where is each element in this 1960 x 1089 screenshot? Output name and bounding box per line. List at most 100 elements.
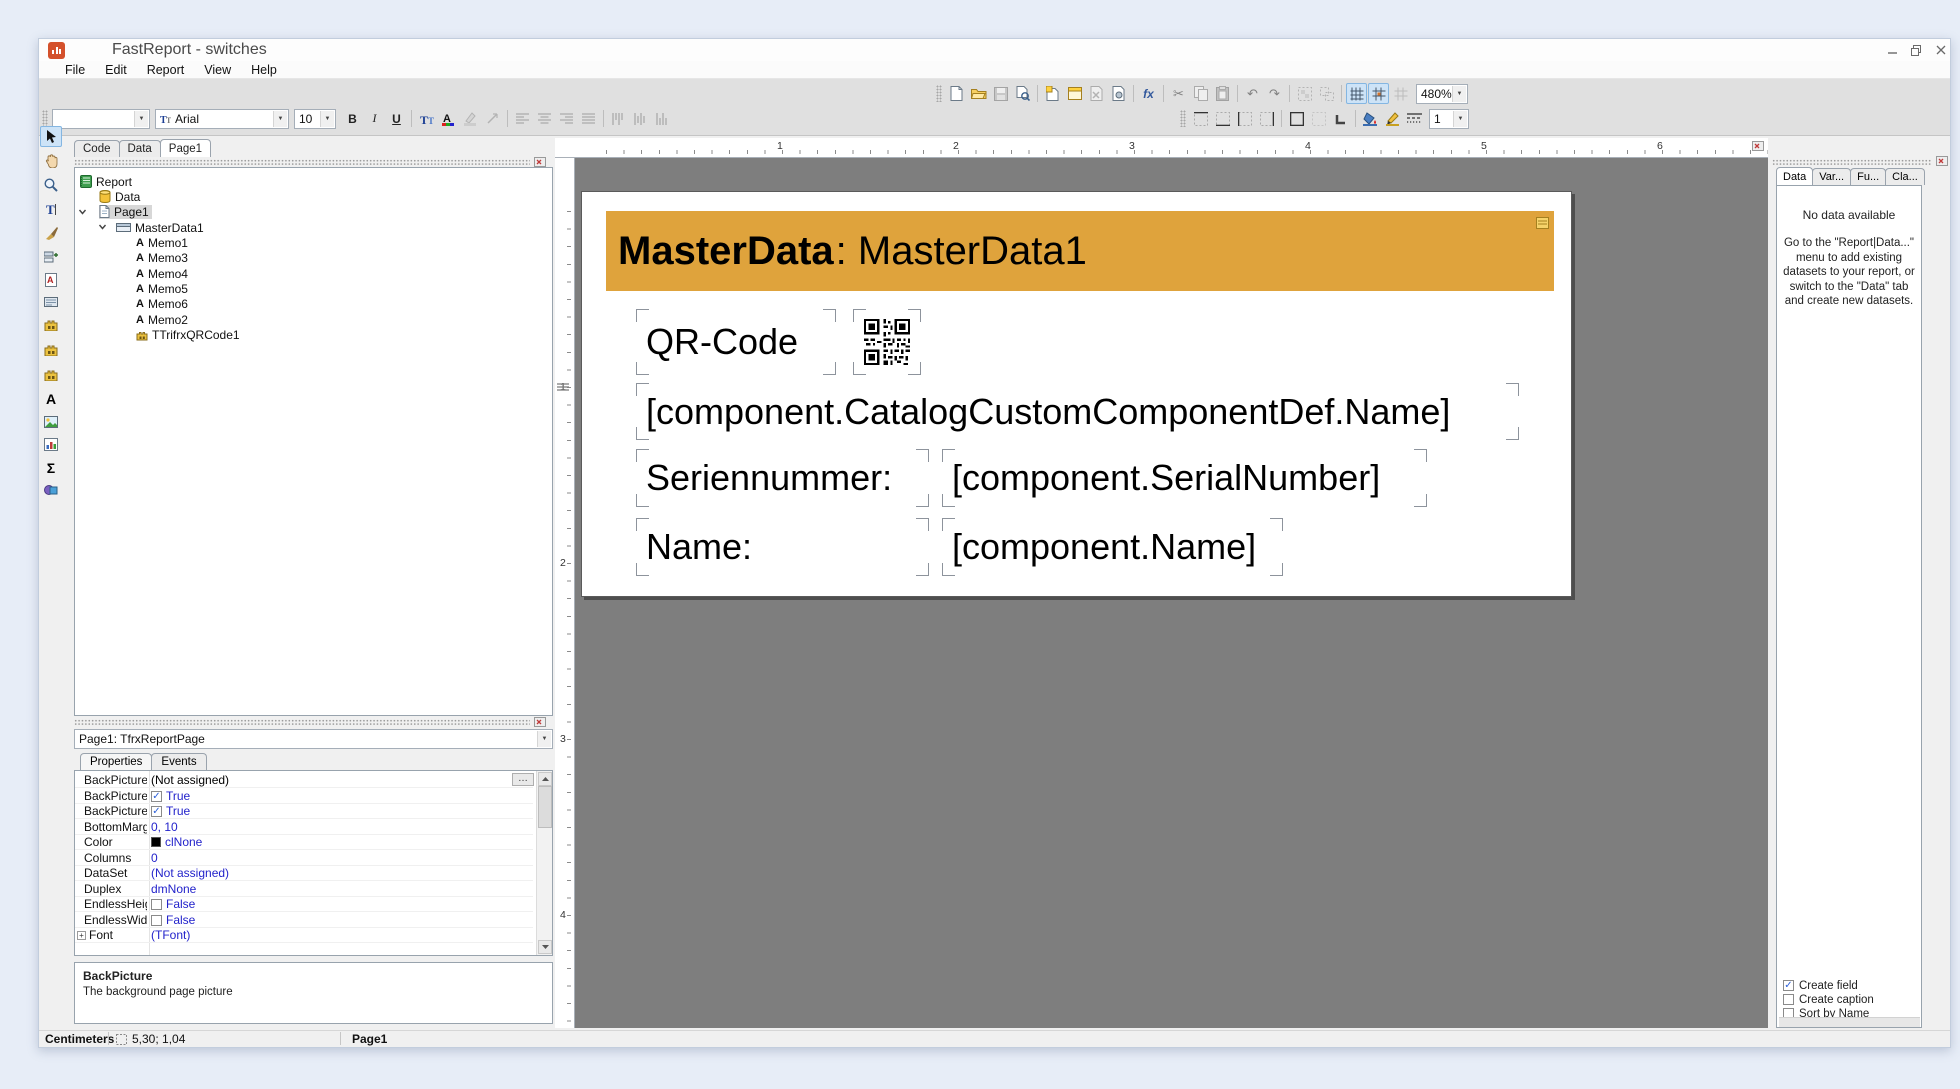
property-row[interactable]: ColorclNone bbox=[75, 835, 533, 850]
format-painter-tool[interactable] bbox=[40, 222, 62, 243]
align-center-icon[interactable] bbox=[534, 108, 555, 129]
align-top-icon[interactable] bbox=[608, 108, 629, 129]
band-position-marker[interactable] bbox=[557, 383, 569, 391]
tree-splitter[interactable] bbox=[74, 159, 530, 165]
band-object-tool-3[interactable] bbox=[40, 364, 62, 385]
memo-qr-label[interactable]: QR-Code bbox=[636, 309, 836, 375]
tab-properties[interactable]: Properties bbox=[80, 753, 152, 770]
memo-serialnumber-field[interactable]: [component.SerialNumber] bbox=[942, 449, 1427, 507]
tree-item-report[interactable]: Report bbox=[79, 174, 132, 189]
tab-data-tree[interactable]: Data bbox=[1776, 167, 1813, 185]
menu-help[interactable]: Help bbox=[241, 63, 287, 77]
cut-icon[interactable]: ✂ bbox=[1168, 83, 1189, 104]
redo-icon[interactable]: ↷ bbox=[1264, 83, 1285, 104]
menu-file[interactable]: File bbox=[55, 63, 95, 77]
checkbox-checked-icon[interactable]: ✓ bbox=[151, 806, 162, 817]
rich-text-tool[interactable]: A bbox=[40, 269, 62, 290]
preview-icon[interactable] bbox=[1012, 83, 1033, 104]
bold-button[interactable]: B bbox=[342, 108, 363, 129]
new-report-icon[interactable] bbox=[946, 83, 967, 104]
close-panel-icon[interactable] bbox=[1752, 141, 1764, 151]
expand-icon[interactable]: + bbox=[77, 931, 86, 940]
scroll-down-icon[interactable] bbox=[538, 940, 552, 954]
rotate-text-icon[interactable] bbox=[482, 108, 503, 129]
property-row[interactable]: BackPicture(Not assigned) bbox=[75, 773, 533, 788]
close-panel-icon[interactable] bbox=[534, 717, 546, 727]
show-grid-icon[interactable] bbox=[1346, 83, 1367, 104]
picture-object-tool[interactable] bbox=[40, 411, 62, 432]
object-name-combo[interactable]: ▼ bbox=[52, 109, 150, 129]
toolbar-grip[interactable] bbox=[936, 85, 942, 102]
dropdown-arrow-icon[interactable]: ▼ bbox=[1453, 111, 1467, 127]
line-color-icon[interactable] bbox=[1382, 108, 1403, 129]
close-panel-icon[interactable] bbox=[534, 157, 546, 167]
dropdown-arrow-icon[interactable]: ▼ bbox=[320, 111, 334, 127]
vertical-ruler[interactable]: 1 2 3 4 bbox=[555, 158, 575, 1028]
property-row[interactable]: BackPictureVi✓True bbox=[75, 804, 533, 819]
group-icon[interactable] bbox=[1294, 83, 1315, 104]
tab-events[interactable]: Events bbox=[151, 753, 206, 770]
fit-to-grid-icon[interactable] bbox=[1390, 83, 1411, 104]
ole-object-tool[interactable] bbox=[40, 480, 62, 501]
checkbox-checked-icon[interactable]: ✓ bbox=[151, 791, 162, 802]
checkbox-unchecked-icon[interactable] bbox=[151, 915, 162, 926]
dropdown-arrow-icon[interactable]: ▼ bbox=[537, 731, 551, 747]
grid-scrollbar[interactable] bbox=[536, 771, 552, 955]
align-bottom-icon[interactable] bbox=[652, 108, 673, 129]
frame-none-icon[interactable] bbox=[1308, 108, 1329, 129]
memo-component-name-field[interactable]: [component.CatalogCustomComponentDef.Nam… bbox=[636, 383, 1519, 440]
font-settings-icon[interactable]: TT bbox=[416, 108, 437, 129]
menu-view[interactable]: View bbox=[194, 63, 241, 77]
line-style-icon[interactable] bbox=[1404, 108, 1425, 129]
fill-color-icon[interactable] bbox=[1360, 108, 1381, 129]
save-report-icon[interactable] bbox=[990, 83, 1011, 104]
select-tool[interactable] bbox=[40, 126, 62, 147]
chevron-down-icon[interactable] bbox=[78, 207, 87, 216]
align-to-grid-icon[interactable] bbox=[1368, 83, 1389, 104]
zoom-combo[interactable]: 480%▼ bbox=[1416, 84, 1468, 104]
memo-name-field[interactable]: [component.Name] bbox=[942, 518, 1283, 576]
expression-icon[interactable]: fx bbox=[1138, 83, 1159, 104]
property-row[interactable]: Columns0 bbox=[75, 851, 533, 866]
property-row[interactable]: EndlessHeighFalse bbox=[75, 897, 533, 912]
align-middle-icon[interactable] bbox=[630, 108, 651, 129]
subreport-tool[interactable] bbox=[40, 291, 62, 312]
align-right-icon[interactable] bbox=[556, 108, 577, 129]
tree-item-qrcode[interactable]: TTrifrxQRCode1 bbox=[136, 327, 240, 342]
paste-icon[interactable] bbox=[1212, 83, 1233, 104]
toolbar-grip[interactable] bbox=[1180, 110, 1186, 127]
property-row[interactable]: DataSet(Not assigned) bbox=[75, 866, 533, 881]
toolbar-grip[interactable] bbox=[42, 110, 48, 127]
qr-code-object[interactable] bbox=[853, 309, 921, 375]
tree-item-memo5[interactable]: AMemo5 bbox=[136, 281, 188, 296]
ellipsis-editor-button[interactable]: … bbox=[512, 773, 534, 786]
tree-item-memo3[interactable]: AMemo3 bbox=[136, 250, 188, 265]
scroll-up-icon[interactable] bbox=[538, 772, 552, 786]
memo-name-label[interactable]: Name: bbox=[636, 518, 929, 576]
tree-item-page1[interactable]: Page1 bbox=[99, 204, 152, 219]
chart-object-tool[interactable] bbox=[40, 434, 62, 455]
minimize-icon[interactable] bbox=[1884, 43, 1901, 57]
ungroup-icon[interactable] bbox=[1316, 83, 1337, 104]
close-panel-icon[interactable] bbox=[1936, 156, 1948, 166]
horizontal-ruler[interactable]: 1 2 3 4 5 6 bbox=[555, 138, 1768, 158]
checkbox-unchecked-icon[interactable] bbox=[1783, 994, 1794, 1005]
hand-tool[interactable] bbox=[40, 150, 62, 171]
property-row[interactable]: +Font(TFont) bbox=[75, 928, 533, 943]
tree-item-memo1[interactable]: AMemo1 bbox=[136, 235, 188, 250]
property-row[interactable]: BottomMargir0, 10 bbox=[75, 820, 533, 835]
checkbox-unchecked-icon[interactable] bbox=[151, 899, 162, 910]
tab-functions[interactable]: Fu... bbox=[1850, 168, 1886, 185]
tree-item-memo2[interactable]: AMemo2 bbox=[136, 312, 188, 327]
highlight-icon[interactable] bbox=[460, 108, 481, 129]
dropdown-arrow-icon[interactable]: ▼ bbox=[273, 111, 287, 127]
checkbox-checked-icon[interactable]: ✓ bbox=[1783, 980, 1794, 991]
tab-code[interactable]: Code bbox=[74, 140, 120, 157]
band-object-tool-2[interactable] bbox=[40, 339, 62, 360]
memo-seriennummer-label[interactable]: Seriennummer: bbox=[636, 449, 929, 507]
delete-page-icon[interactable] bbox=[1086, 83, 1107, 104]
tab-data[interactable]: Data bbox=[119, 140, 161, 157]
chevron-down-icon[interactable] bbox=[98, 222, 107, 231]
tree-item-masterdata1[interactable]: MasterData1 bbox=[116, 220, 204, 235]
property-row[interactable]: EndlessWidthFalse bbox=[75, 913, 533, 928]
